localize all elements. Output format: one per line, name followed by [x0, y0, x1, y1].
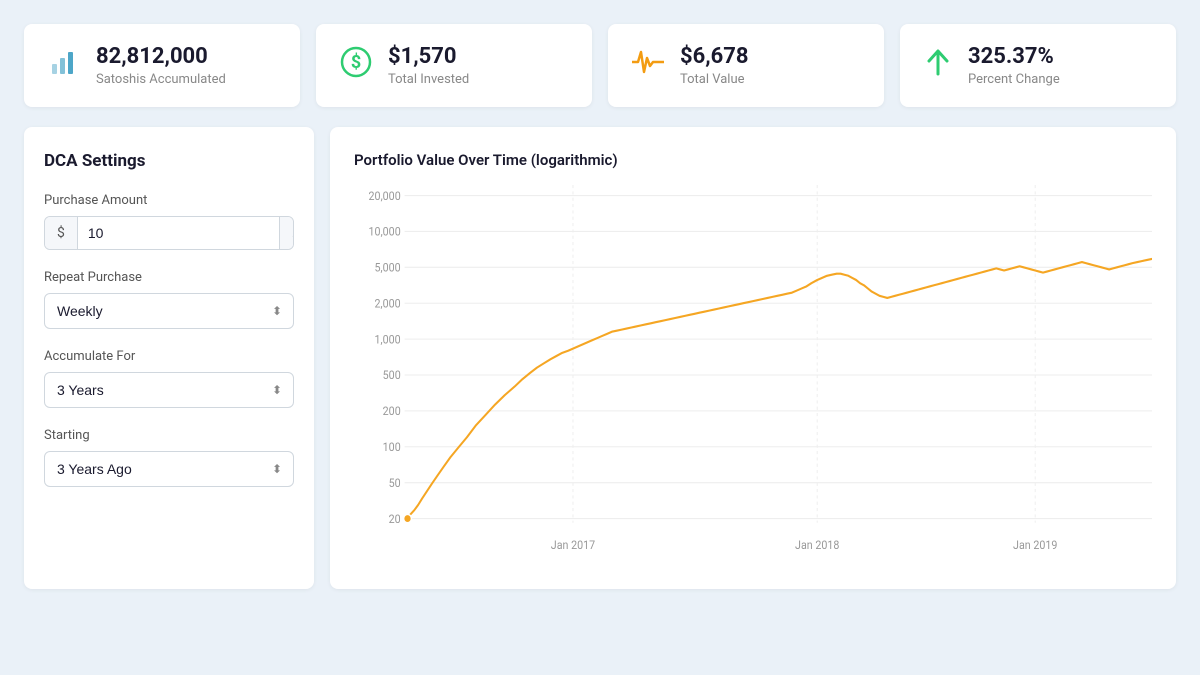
- accumulate-select[interactable]: 1 Year 2 Years 3 Years 5 Years: [44, 372, 294, 408]
- repeat-select-wrapper: Weekly Daily Monthly ⬍: [44, 293, 294, 329]
- chart-panel: Portfolio Value Over Time (logarithmic): [330, 127, 1176, 589]
- svg-text:1,000: 1,000: [375, 333, 401, 347]
- satoshis-value: 82,812,000: [96, 44, 226, 70]
- card-satoshis: 82,812,000 Satoshis Accumulated: [24, 24, 300, 107]
- starting-select[interactable]: 1 Year Ago 2 Years Ago 3 Years Ago 5 Yea…: [44, 451, 294, 487]
- svg-text:20: 20: [389, 513, 401, 527]
- invested-value: $1,570: [388, 44, 469, 70]
- repeat-select[interactable]: Weekly Daily Monthly: [44, 293, 294, 329]
- total-value: $6,678: [680, 44, 749, 70]
- svg-text:20,000: 20,000: [369, 190, 401, 204]
- starting-group: Starting 1 Year Ago 2 Years Ago 3 Years …: [44, 428, 294, 487]
- svg-text:500: 500: [383, 369, 401, 383]
- svg-text:10,000: 10,000: [369, 226, 401, 240]
- svg-text:200: 200: [383, 405, 401, 419]
- invested-label: Total Invested: [388, 72, 469, 87]
- card-invested: $ $1,570 Total Invested: [316, 24, 592, 107]
- arrow-up-icon: [924, 46, 952, 85]
- settings-title: DCA Settings: [44, 151, 294, 171]
- chart-svg: 20,000 10,000 5,000 2,000 1,000 500 200 …: [354, 185, 1152, 565]
- card-total-value: $6,678 Total Value: [608, 24, 884, 107]
- starting-label: Starting: [44, 428, 294, 443]
- repeat-purchase-label: Repeat Purchase: [44, 270, 294, 285]
- card-percent-change: 325.37% Percent Change: [900, 24, 1176, 107]
- card-total-value-content: $6,678 Total Value: [680, 44, 749, 87]
- card-satoshis-content: 82,812,000 Satoshis Accumulated: [96, 44, 226, 87]
- svg-text:5,000: 5,000: [375, 262, 401, 276]
- svg-text:Jan 2017: Jan 2017: [551, 539, 595, 553]
- percent-change-value: 325.37%: [968, 44, 1060, 70]
- chart-container: 20,000 10,000 5,000 2,000 1,000 500 200 …: [354, 185, 1152, 565]
- chart-title: Portfolio Value Over Time (logarithmic): [354, 151, 1152, 169]
- svg-text:2,000: 2,000: [375, 297, 401, 311]
- svg-text:50: 50: [389, 477, 401, 491]
- dollar-prefix: $: [45, 217, 78, 249]
- purchase-amount-label: Purchase Amount: [44, 193, 294, 208]
- svg-text:Jan 2019: Jan 2019: [1013, 539, 1057, 553]
- svg-text:Jan 2018: Jan 2018: [795, 539, 839, 553]
- starting-select-wrapper: 1 Year Ago 2 Years Ago 3 Years Ago 5 Yea…: [44, 451, 294, 487]
- top-cards: 82,812,000 Satoshis Accumulated $ $1,570…: [24, 24, 1176, 107]
- percent-change-label: Percent Change: [968, 72, 1060, 87]
- svg-text:100: 100: [383, 441, 401, 455]
- pulse-icon: [632, 48, 664, 83]
- purchase-amount-input[interactable]: [78, 217, 279, 249]
- card-percent-content: 325.37% Percent Change: [968, 44, 1060, 87]
- dollar-icon: $: [340, 46, 372, 85]
- main-section: DCA Settings Purchase Amount $ .00 Repea…: [24, 127, 1176, 589]
- total-value-label: Total Value: [680, 72, 749, 87]
- purchase-amount-input-wrapper: $ .00: [44, 216, 294, 250]
- accumulate-select-wrapper: 1 Year 2 Years 3 Years 5 Years ⬍: [44, 372, 294, 408]
- card-invested-content: $1,570 Total Invested: [388, 44, 469, 87]
- repeat-purchase-group: Repeat Purchase Weekly Daily Monthly ⬍: [44, 270, 294, 329]
- purchase-amount-group: Purchase Amount $ .00: [44, 193, 294, 250]
- accumulate-label: Accumulate For: [44, 349, 294, 364]
- bar-chart-icon: [48, 46, 80, 85]
- svg-text:$: $: [351, 52, 361, 73]
- settings-panel: DCA Settings Purchase Amount $ .00 Repea…: [24, 127, 314, 589]
- accumulate-group: Accumulate For 1 Year 2 Years 3 Years 5 …: [44, 349, 294, 408]
- dollar-suffix: .00: [279, 217, 294, 249]
- satoshis-label: Satoshis Accumulated: [96, 72, 226, 87]
